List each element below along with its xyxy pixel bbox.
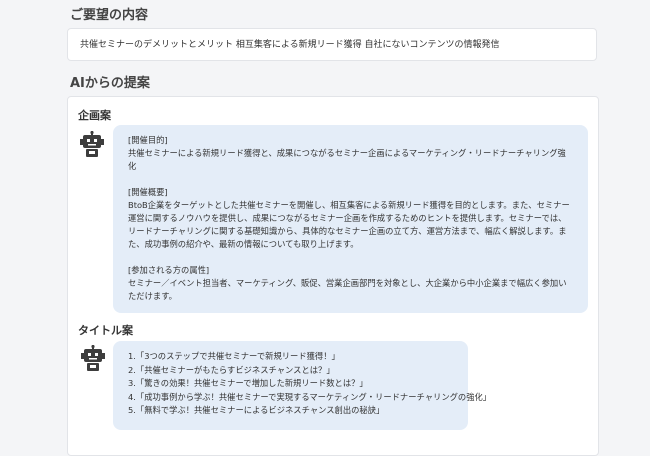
title-ideas-heading: タイトル案 <box>78 324 133 337</box>
overview-text: BtoB企業をターゲットとした共催セミナーを開催し、相互集客による新規リード獲得… <box>128 200 570 249</box>
title-ideas-list: 1.「3つのステップで共催セミナーで新規リード獲得！」 2.「共催セミナーがもた… <box>128 350 492 418</box>
purpose-label: [開催目的] <box>128 135 168 145</box>
request-content-box: 共催セミナーのデメリットとメリット 相互集客による新規リード獲得 自社にないコン… <box>67 28 597 61</box>
robot-icon <box>80 131 104 157</box>
robot-icon <box>81 345 105 371</box>
title-idea-item: 3.「驚きの効果！共催セミナーで増加した新規リード数とは？」 <box>128 378 368 388</box>
plan-heading: 企画案 <box>78 109 111 122</box>
audience-text: セミナー／イベント担当者、マーケティング、販促、営業企画部門を対象とし、大企業か… <box>128 278 567 301</box>
request-text: 共催セミナーのデメリットとメリット 相互集客による新規リード獲得 自社にないコン… <box>80 40 500 50</box>
purpose-block: [開催目的] 共催セミナーによる新規リード獲得と、成果につながるセミナー企画によ… <box>128 134 574 173</box>
ai-proposal-section-title: AIからの提案 <box>70 76 150 91</box>
request-section-title: ご要望の内容 <box>70 8 149 23</box>
overview-block: [開催概要] BtoB企業をターゲットとした共催セミナーを開催し、相互集客による… <box>128 186 574 251</box>
title-idea-item: 4.「成功事例から学ぶ！共催セミナーで実現するマーケティング・リードナーチャリン… <box>128 391 492 402</box>
audience-label: [参加される方の属性] <box>128 265 210 275</box>
audience-block: [参加される方の属性] セミナー／イベント担当者、マーケティング、販促、営業企画… <box>128 264 574 303</box>
title-idea-item: 5.「無料で学ぶ！共催セミナーによるビジネスチャンス創出の秘訣」 <box>128 405 385 415</box>
title-idea-item: 1.「3つのステップで共催セミナーで新規リード獲得！」 <box>128 351 340 361</box>
title-ideas-bubble: 1.「3つのステップで共催セミナーで新規リード獲得！」 2.「共催セミナーがもた… <box>113 341 492 430</box>
purpose-text: 共催セミナーによる新規リード獲得と、成果につながるセミナー企画によるマーケティン… <box>128 148 566 171</box>
plan-message-bubble: [開催目的] 共催セミナーによる新規リード獲得と、成果につながるセミナー企画によ… <box>113 125 588 313</box>
title-idea-item: 2.「共催セミナーがもたらすビジネスチャンスとは？」 <box>128 364 335 375</box>
overview-label: [開催概要] <box>128 187 168 197</box>
